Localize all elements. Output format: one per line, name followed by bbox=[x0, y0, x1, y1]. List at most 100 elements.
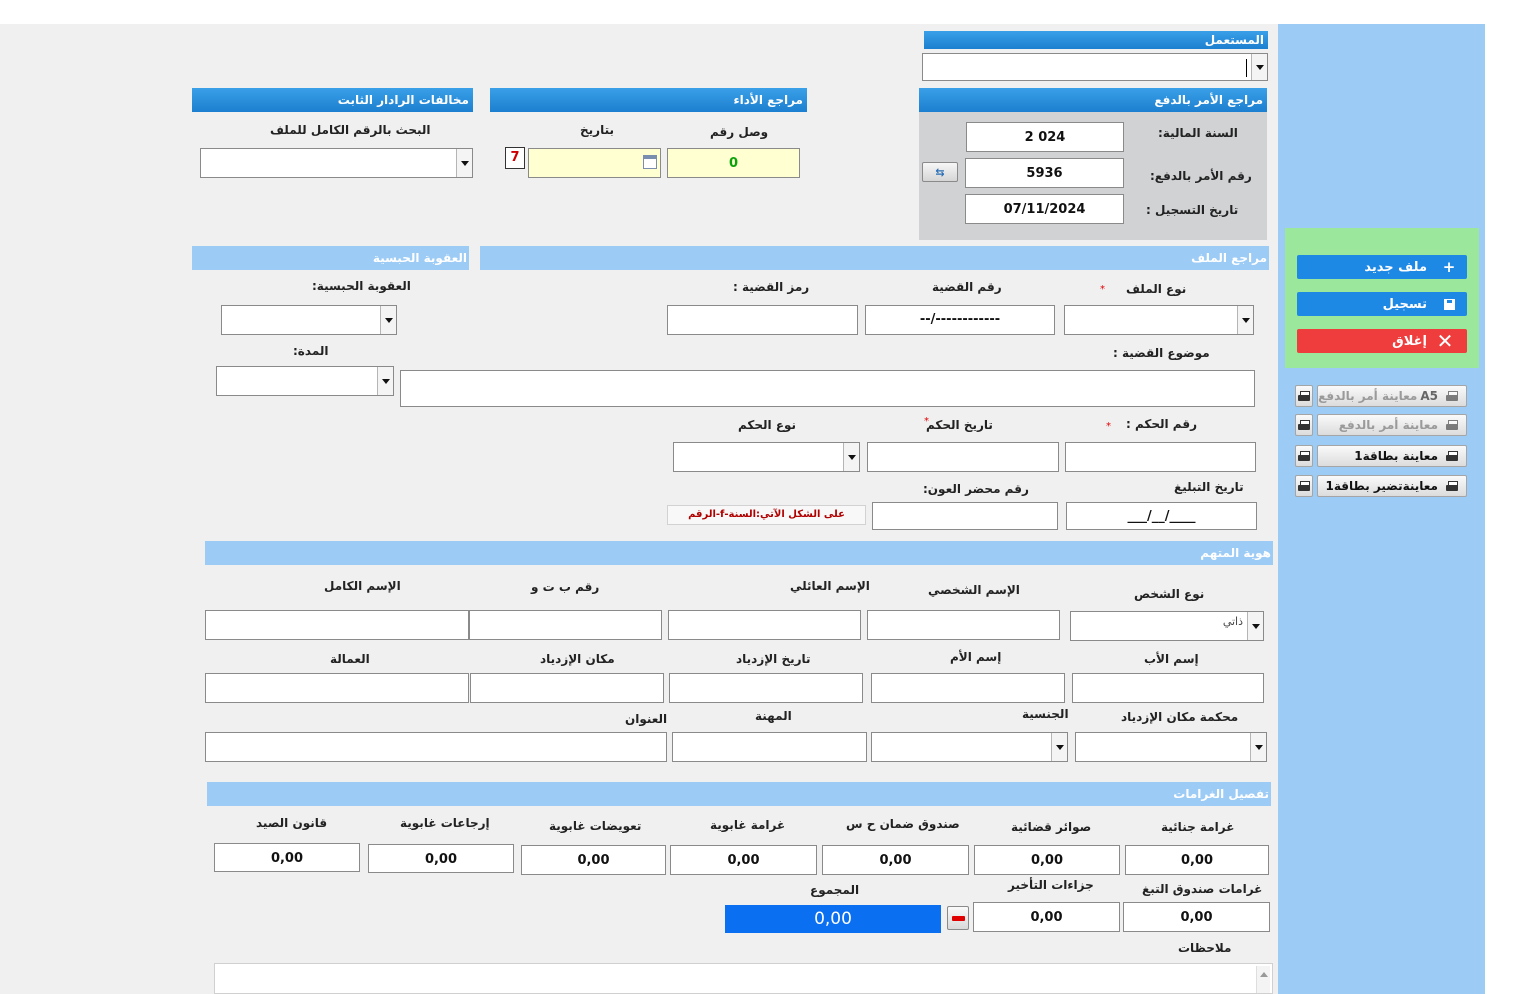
radar-search-select[interactable] bbox=[200, 148, 473, 178]
chevron-up-icon[interactable] bbox=[1260, 972, 1268, 977]
hunting-law-field[interactable]: 0,00 bbox=[214, 843, 360, 872]
duration-label: المدة: bbox=[293, 344, 329, 358]
chevron-down-icon[interactable] bbox=[1250, 733, 1266, 761]
chevron-down-icon[interactable] bbox=[1251, 54, 1267, 80]
required-star: * bbox=[1106, 421, 1111, 432]
file-type-select[interactable] bbox=[1064, 305, 1254, 335]
judgment-date-label: تاريخ الحكم bbox=[926, 418, 993, 432]
chevron-down-icon[interactable] bbox=[456, 149, 472, 177]
preview-card-button[interactable]: معاينة بطاقة1 bbox=[1317, 445, 1467, 467]
fiscal-year-field[interactable]: 2 024 bbox=[966, 122, 1124, 152]
address-field[interactable] bbox=[205, 732, 667, 762]
judgment-date-field[interactable] bbox=[867, 442, 1059, 472]
profession-field[interactable] bbox=[672, 732, 867, 762]
first-name-field[interactable] bbox=[867, 610, 1060, 640]
birth-court-select[interactable] bbox=[1075, 732, 1267, 762]
chevron-down-icon[interactable] bbox=[1237, 306, 1253, 334]
case-number-label: رقم القضية bbox=[932, 280, 1002, 294]
mother-name-label: إسم الأم bbox=[950, 650, 1002, 664]
new-file-button[interactable]: + ملف جديد bbox=[1297, 255, 1467, 279]
prison-header: العقوبة الحبسية bbox=[192, 246, 469, 270]
profession-label: المهنة bbox=[755, 709, 792, 723]
floppy-disk-icon bbox=[1441, 296, 1457, 312]
chevron-down-icon[interactable] bbox=[377, 367, 393, 395]
prison-penalty-select[interactable] bbox=[221, 305, 397, 335]
refresh-icon[interactable]: ⇆ bbox=[922, 162, 958, 182]
family-name-field[interactable] bbox=[668, 610, 861, 640]
case-code-field[interactable] bbox=[667, 305, 858, 335]
notification-date-field[interactable]: ___/__/____ bbox=[1066, 502, 1257, 530]
new-file-label: ملف جديد bbox=[1364, 259, 1427, 275]
required-star: * bbox=[1100, 284, 1105, 295]
printer-icon bbox=[1446, 420, 1458, 431]
full-name-label: الإسم الكامل bbox=[324, 579, 401, 593]
file-type-label: نوع الملف bbox=[1126, 282, 1187, 296]
birth-date-label: تاريخ الإزدياد bbox=[736, 652, 811, 666]
forest-fine-field[interactable]: 0,00 bbox=[670, 845, 817, 875]
tobacco-fund-field[interactable]: 0,00 bbox=[1123, 902, 1270, 932]
text-cursor bbox=[1246, 59, 1247, 77]
user-select[interactable] bbox=[922, 53, 1268, 81]
forest-returns-field[interactable]: 0,00 bbox=[368, 844, 514, 873]
receipt-field[interactable]: 0 bbox=[667, 148, 800, 178]
preview-card-prep-button[interactable]: معاينةتضير بطاقة1 bbox=[1317, 475, 1467, 497]
right-sidebar bbox=[1278, 24, 1485, 994]
chevron-down-icon[interactable] bbox=[1247, 612, 1263, 640]
bailiff-report-field[interactable] bbox=[872, 502, 1058, 530]
calendar-icon[interactable] bbox=[643, 155, 657, 169]
chevron-down-icon[interactable] bbox=[380, 306, 396, 334]
guarantee-fund-field[interactable]: 0,00 bbox=[822, 845, 969, 875]
required-star: * bbox=[924, 416, 929, 427]
save-button[interactable]: تسجيل bbox=[1297, 292, 1467, 316]
judgment-type-select[interactable] bbox=[673, 442, 860, 472]
case-subject-field[interactable] bbox=[400, 370, 1255, 407]
order-number-field[interactable]: 5936 bbox=[965, 158, 1124, 188]
nationality-select[interactable] bbox=[871, 732, 1068, 762]
preview-a5-button[interactable]: A5 معاينة أمر بالدفع bbox=[1317, 385, 1467, 407]
registration-date-field[interactable]: 07/11/2024 bbox=[965, 194, 1124, 224]
judgment-number-label: رقم الحكم : bbox=[1126, 417, 1197, 431]
fiscal-year-label: السنة المالية: bbox=[1158, 126, 1238, 140]
full-name-field[interactable] bbox=[205, 610, 469, 640]
mother-name-field[interactable] bbox=[871, 673, 1065, 703]
case-number-field[interactable]: --/------------ bbox=[865, 305, 1055, 335]
judicial-costs-field[interactable]: 0,00 bbox=[974, 845, 1120, 875]
judicial-costs-label: صوائر قضائية bbox=[1011, 820, 1092, 834]
printer-icon[interactable] bbox=[1295, 475, 1313, 497]
birth-place-label: مكان الإزدياد bbox=[540, 652, 615, 666]
duration-select[interactable] bbox=[216, 366, 394, 396]
radar-search-label: البحث بالرقم الكامل للملف bbox=[270, 123, 431, 137]
criminal-fine-field[interactable]: 0,00 bbox=[1125, 845, 1269, 875]
birth-place-field[interactable] bbox=[470, 673, 664, 703]
order-number-label: رقم الأمر بالدفع: bbox=[1150, 169, 1252, 183]
save-label: تسجيل bbox=[1382, 296, 1427, 312]
chevron-down-icon[interactable] bbox=[1051, 733, 1067, 761]
close-button[interactable]: ✕ إغلاق bbox=[1297, 329, 1467, 353]
printer-icon[interactable] bbox=[1295, 445, 1313, 467]
judgment-number-field[interactable] bbox=[1065, 442, 1256, 472]
tobacco-fund-label: غرامات صندوق التبغ bbox=[1142, 882, 1263, 896]
case-code-label: رمز القضية : bbox=[733, 280, 810, 294]
printer-icon[interactable] bbox=[1295, 414, 1313, 436]
chevron-down-icon[interactable] bbox=[843, 443, 859, 471]
id-number-field[interactable] bbox=[469, 610, 662, 640]
notes-label: ملاحظات bbox=[1178, 941, 1232, 955]
delay-penalties-field[interactable]: 0,00 bbox=[973, 902, 1120, 932]
birth-date-field[interactable] bbox=[669, 673, 863, 703]
province-field[interactable] bbox=[205, 673, 469, 703]
printer-icon[interactable] bbox=[1295, 385, 1313, 407]
minus-icon[interactable] bbox=[947, 906, 969, 930]
accused-header: هوية المتهم bbox=[205, 541, 1273, 565]
payment-date-field[interactable] bbox=[528, 148, 661, 178]
calendar-picker-icon[interactable]: 7 bbox=[505, 147, 525, 169]
forest-compensation-field[interactable]: 0,00 bbox=[521, 845, 666, 875]
preview-card-prep-label: معاينةتضير بطاقة1 bbox=[1325, 479, 1438, 493]
preview-order-button[interactable]: معاينة أمر بالدفع bbox=[1317, 414, 1467, 436]
notes-textarea[interactable] bbox=[214, 963, 1273, 994]
printer-icon bbox=[1446, 481, 1458, 492]
preview-order-label: معاينة أمر بالدفع bbox=[1338, 418, 1438, 432]
person-type-select[interactable]: ذاتي bbox=[1070, 611, 1264, 641]
scrollbar[interactable] bbox=[1256, 966, 1270, 993]
father-name-field[interactable] bbox=[1072, 673, 1264, 703]
forest-returns-label: إرجاعات غابوية bbox=[400, 816, 490, 830]
